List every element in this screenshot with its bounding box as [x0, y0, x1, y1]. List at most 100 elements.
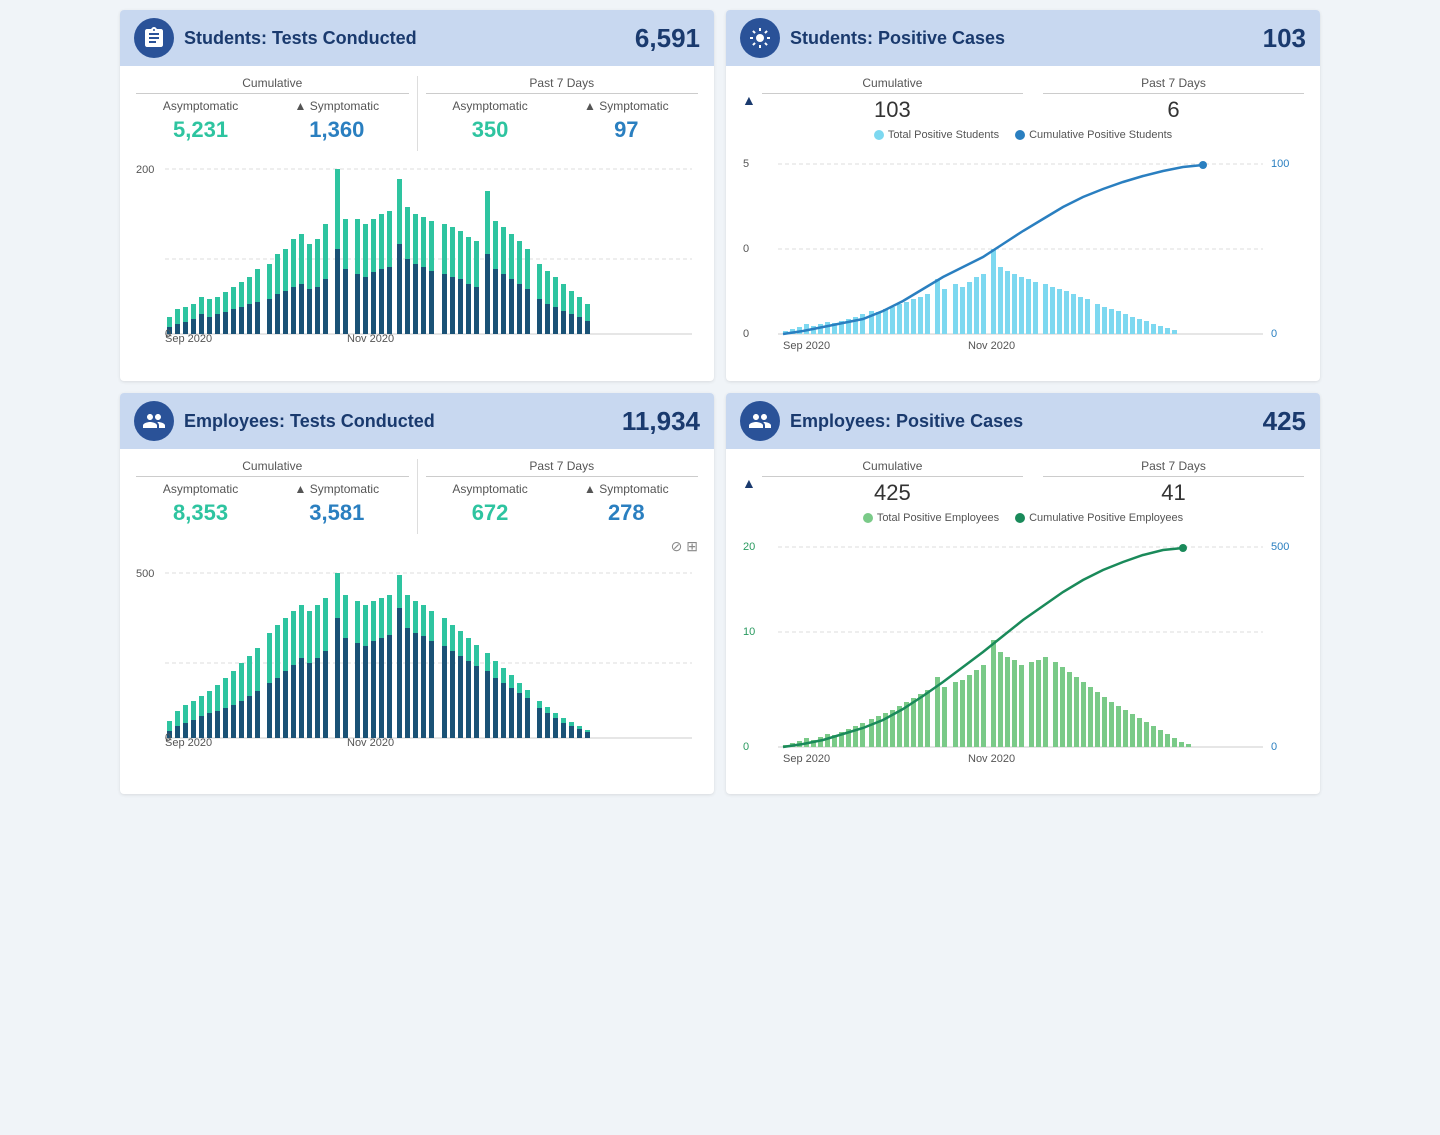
- legend-dark-emp-label: Cumulative Positive Employees: [1029, 512, 1183, 524]
- employees-tests-stats: Cumulative Asymptomatic ▲ Symptomatic 8,…: [136, 459, 698, 534]
- symptomatic-col-label: ▲ Symptomatic: [265, 97, 408, 115]
- svg-text:20: 20: [743, 541, 755, 553]
- svg-text:0: 0: [165, 732, 171, 744]
- emp-cum-asymptomatic-value: 8,353: [136, 498, 265, 528]
- cumulative-stat-value: 103: [762, 97, 1023, 123]
- cumulative-label: Cumulative: [136, 76, 409, 94]
- employees-tests-chart: 500: [136, 563, 698, 763]
- students-tests-cumulative: Cumulative Asymptomatic ▲ Symptomatic 5,…: [136, 76, 418, 151]
- positive-triangle-icon: ▲: [742, 92, 756, 108]
- students-tests-title: Students: Tests Conducted: [184, 28, 635, 49]
- past7-stat-label: Past 7 Days: [1043, 76, 1304, 94]
- employees-tests-past7: Past 7 Days Asymptomatic ▲ Symptomatic 6…: [418, 459, 699, 534]
- emp-cumulative-table: Asymptomatic ▲ Symptomatic 8,353 3,581: [136, 480, 409, 528]
- employees-cumulative-stat: Cumulative 425: [762, 459, 1023, 506]
- svg-text:10: 10: [743, 626, 755, 638]
- employees-positive-icon-svg: [748, 409, 772, 433]
- legend-dark-employees: Cumulative Positive Employees: [1015, 512, 1183, 524]
- export-icon[interactable]: ⊞: [686, 538, 698, 554]
- legend-dark-students: Cumulative Positive Students: [1015, 129, 1172, 141]
- employees-positive-stats: Cumulative 425 Past 7 Days 41: [762, 459, 1304, 506]
- emp-cum-symptomatic-value: 3,581: [265, 498, 408, 528]
- past7-label: Past 7 Days: [426, 76, 699, 94]
- emp-past7-stat-label: Past 7 Days: [1043, 459, 1304, 477]
- filter-icon[interactable]: ⊘: [671, 538, 683, 554]
- past7-table: Asymptomatic ▲ Symptomatic 350 97: [426, 97, 699, 145]
- emp-asymptomatic-p7-label: Asymptomatic: [426, 480, 555, 498]
- y-top-label: 200: [136, 164, 154, 176]
- students-past7-stat: Past 7 Days 6: [1043, 76, 1304, 123]
- svg-text:0: 0: [1271, 328, 1277, 340]
- students-positive-total: 103: [1263, 23, 1306, 54]
- employees-positive-title: Employees: Positive Cases: [790, 411, 1263, 432]
- employees-positive-legend: Total Positive Employees Cumulative Posi…: [742, 512, 1304, 524]
- asymptomatic-p7-label: Asymptomatic: [426, 97, 555, 115]
- students-positive-svg: 5 0 100 0: [742, 149, 1304, 359]
- employees-positive-header: Employees: Positive Cases 425: [726, 393, 1320, 449]
- employees-positive-chart: 20 10 0 500 0: [742, 532, 1304, 782]
- legend-light-employees: Total Positive Employees: [863, 512, 999, 524]
- dashboard: Students: Tests Conducted 6,591 Cumulati…: [120, 10, 1320, 794]
- svg-text:Nov 2020: Nov 2020: [968, 753, 1015, 765]
- employees-tests-header: Employees: Tests Conducted 11,934: [120, 393, 714, 449]
- virus-icon: [748, 26, 772, 50]
- filter-icons: ⊘ ⊞: [136, 538, 698, 555]
- employees-tests-icon: [134, 401, 174, 441]
- emp-cumulative-stat-value: 425: [762, 480, 1023, 506]
- svg-text:Sep 2020: Sep 2020: [165, 737, 212, 749]
- emp-past7-label: Past 7 Days: [426, 459, 699, 477]
- students-positive-legend: Total Positive Students Cumulative Posit…: [742, 129, 1304, 141]
- svg-text:0: 0: [743, 328, 749, 340]
- emp-y-top-label: 500: [136, 568, 154, 580]
- emp-asymptomatic-col-label: Asymptomatic: [136, 480, 265, 498]
- legend-light-students: Total Positive Students: [874, 129, 999, 141]
- emp-cumulative-stat-label: Cumulative: [762, 459, 1023, 477]
- employees-positive-total: 425: [1263, 406, 1306, 437]
- symptomatic-p7-label: ▲ Symptomatic: [555, 97, 698, 115]
- employees-positive-icon: [740, 401, 780, 441]
- students-positive-icon: [740, 18, 780, 58]
- emp-symptomatic-p7-label: ▲ Symptomatic: [555, 480, 698, 498]
- students-cumulative-stat: Cumulative 103: [762, 76, 1023, 123]
- svg-text:500: 500: [1271, 541, 1289, 553]
- emp-past7-stat-value: 41: [1043, 480, 1304, 506]
- svg-text:Nov 2020: Nov 2020: [347, 737, 394, 749]
- students-positive-chart: 5 0 100 0: [742, 149, 1304, 369]
- emp-past7-table: Asymptomatic ▲ Symptomatic 672 278: [426, 480, 699, 528]
- emp-positive-triangle-icon: ▲: [742, 475, 756, 491]
- students-tests-card: Students: Tests Conducted 6,591 Cumulati…: [120, 10, 714, 381]
- svg-text:0: 0: [743, 243, 749, 255]
- legend-light-emp-dot: [863, 513, 873, 523]
- clipboard-icon: [142, 26, 166, 50]
- students-positive-stats: Cumulative 103 Past 7 Days 6: [762, 76, 1304, 123]
- svg-text:0: 0: [165, 328, 171, 340]
- employees-positive-card: Employees: Positive Cases 425 ▲ Cumulati…: [726, 393, 1320, 794]
- svg-text:Nov 2020: Nov 2020: [347, 333, 394, 345]
- students-tests-stats: Cumulative Asymptomatic ▲ Symptomatic 5,…: [136, 76, 698, 151]
- legend-dark-dot: [1015, 130, 1025, 140]
- employees-tests-svg: Sep 2020 Nov 2020 0: [136, 563, 698, 753]
- students-tests-icon: [134, 18, 174, 58]
- employees-icon: [142, 409, 166, 433]
- legend-light-emp-label: Total Positive Employees: [877, 512, 999, 524]
- legend-dark-emp-dot: [1015, 513, 1025, 523]
- students-tests-svg: Sep 2020 Nov 2020 0: [136, 159, 698, 349]
- cum-asymptomatic-value: 5,231: [136, 115, 265, 145]
- legend-light-dot: [874, 130, 884, 140]
- svg-text:5: 5: [743, 158, 749, 170]
- employees-tests-card: Employees: Tests Conducted 11,934 Cumula…: [120, 393, 714, 794]
- svg-text:Sep 2020: Sep 2020: [783, 340, 830, 352]
- emp-symptomatic-col-label: ▲ Symptomatic: [265, 480, 408, 498]
- employees-tests-title: Employees: Tests Conducted: [184, 411, 622, 432]
- p7-symptomatic-value: 97: [555, 115, 698, 145]
- svg-text:0: 0: [1271, 741, 1277, 753]
- employees-positive-svg: 20 10 0 500 0: [742, 532, 1304, 772]
- cumulative-table: Asymptomatic ▲ Symptomatic 5,231 1,360: [136, 97, 409, 145]
- past7-stat-value: 6: [1043, 97, 1304, 123]
- students-positive-title: Students: Positive Cases: [790, 28, 1263, 49]
- svg-text:0: 0: [743, 741, 749, 753]
- p7-asymptomatic-value: 350: [426, 115, 555, 145]
- students-positive-card: Students: Positive Cases 103 ▲ Cumulativ…: [726, 10, 1320, 381]
- students-tests-header: Students: Tests Conducted 6,591: [120, 10, 714, 66]
- svg-text:100: 100: [1271, 158, 1289, 170]
